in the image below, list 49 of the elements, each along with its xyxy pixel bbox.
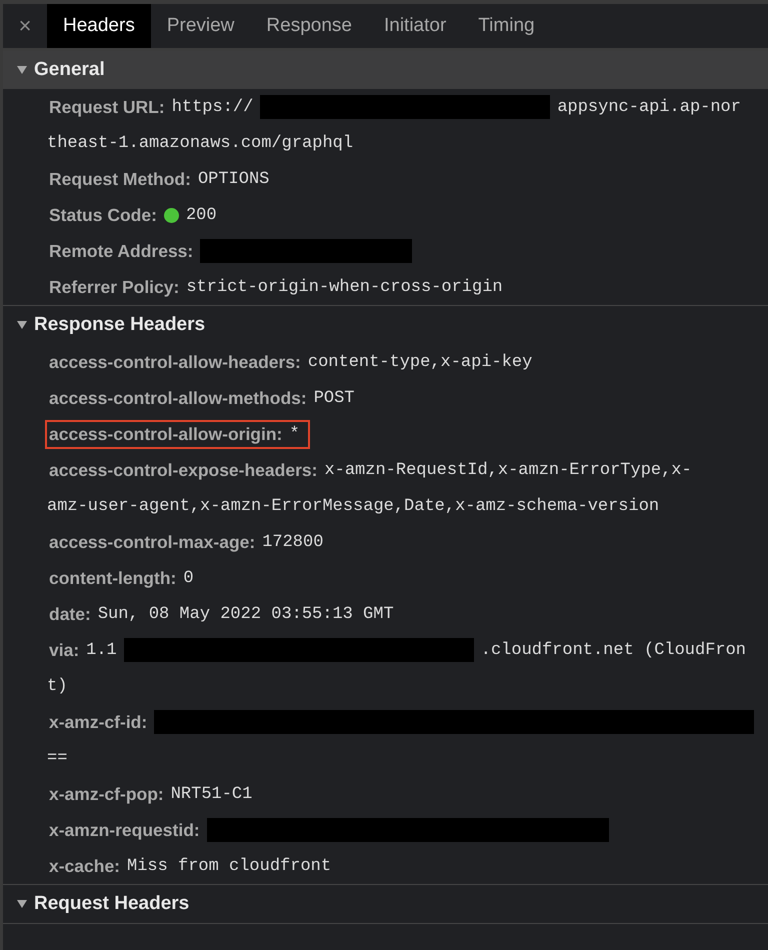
header-name: x-amz-cf-pop:	[49, 784, 164, 804]
header-name: date:	[49, 604, 91, 624]
header-value: ==	[47, 748, 68, 768]
header-name: access-control-max-age:	[49, 532, 256, 552]
header-value: 0	[183, 568, 194, 588]
header-value: OPTIONS	[198, 170, 270, 188]
header-value: Sun, 08 May 2022 03:55:13 GMT	[98, 604, 394, 624]
header-value: amz-user-agent,x-amzn-ErrorMessage,Date,x-amz-schema-version	[47, 496, 660, 516]
header-name: access-control-allow-headers:	[49, 352, 301, 372]
header-value: *	[289, 424, 300, 444]
header-value: strict-origin-when-cross-origin	[186, 278, 503, 296]
header-value: theast-1.amazonaws.com/graphql	[47, 134, 354, 152]
header-value: NRT51-C1	[170, 784, 252, 804]
header-value: x-amzn-RequestId,x-amzn-ErrorType,x-	[324, 460, 692, 480]
header-name: content-length:	[49, 568, 176, 588]
section-header[interactable]: Request Headers	[3, 885, 768, 923]
header-name: access-control-allow-origin:	[49, 424, 282, 444]
section-header[interactable]: General	[3, 51, 768, 89]
header-value: content-type,x-api-key	[308, 352, 532, 372]
triangle-icon[interactable]	[17, 66, 27, 74]
tab[interactable]: Response	[250, 4, 368, 48]
header-value: t)	[47, 676, 68, 696]
header-name: x-cache:	[49, 856, 120, 876]
header-value: .cloudfront.net (CloudFron	[480, 640, 746, 660]
header-value: 1.1	[86, 640, 117, 660]
header-name: Request Method:	[49, 168, 191, 190]
tab[interactable]: Initiator	[368, 4, 462, 48]
triangle-icon[interactable]	[17, 900, 27, 908]
header-value: https://	[172, 98, 254, 116]
header-value: 200	[186, 206, 217, 224]
header-name: x-amz-cf-id:	[49, 712, 148, 732]
header-value: POST	[314, 388, 355, 408]
close-icon[interactable]: ×	[3, 4, 47, 48]
header-name: Referrer Policy:	[49, 276, 180, 298]
header-name: Request URL:	[49, 96, 165, 118]
header-name: Status Code:	[49, 204, 157, 226]
tab[interactable]: Headers	[47, 4, 151, 48]
header-value: 172800	[262, 532, 324, 552]
header-value: appsync-api.ap-nor	[557, 98, 741, 116]
section-header[interactable]: Response Headers	[3, 306, 768, 344]
header-name: x-amzn-requestid:	[49, 820, 200, 840]
header-name: Remote Address:	[49, 240, 194, 262]
header-name: via:	[49, 640, 80, 660]
tab[interactable]: Timing	[462, 4, 551, 48]
header-value: Miss from cloudfront	[127, 856, 332, 876]
header-name: access-control-expose-headers:	[49, 460, 318, 480]
header-name: access-control-allow-methods:	[49, 388, 307, 408]
tab[interactable]: Preview	[150, 4, 250, 48]
triangle-icon[interactable]	[17, 321, 27, 329]
